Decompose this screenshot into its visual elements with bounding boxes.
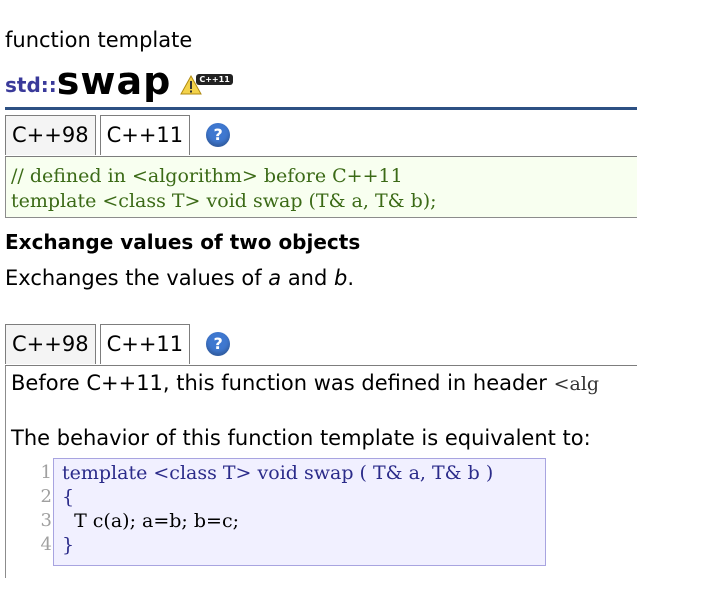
- version-tabs-bottom: C++98 C++11 ?: [5, 324, 231, 364]
- code-line: }: [62, 534, 75, 556]
- line-number: 1: [40, 462, 52, 483]
- line-number: 3: [40, 510, 52, 531]
- detail-text: Before C++11, this function was defined …: [11, 371, 554, 395]
- desc-prefix: Exchanges the values of: [5, 266, 269, 290]
- namespace-label: std::: [5, 73, 57, 97]
- page-title: std:: swap C++11: [5, 60, 233, 100]
- tab-cpp98[interactable]: C++98: [5, 324, 96, 364]
- param-b: b: [334, 266, 348, 290]
- tab-cpp98[interactable]: C++98: [5, 115, 96, 155]
- help-icon[interactable]: ?: [206, 123, 231, 147]
- declaration-box: // defined in <algorithm> before C++11 t…: [5, 157, 637, 218]
- param-a: a: [268, 266, 282, 290]
- detail-paragraph-behavior: The behavior of this function template i…: [11, 426, 591, 450]
- tab-cpp11[interactable]: C++11: [99, 115, 191, 155]
- code-line: T c(a); a=b; b=c;: [62, 510, 240, 532]
- declaration-comment: // defined in <algorithm> before C++11: [11, 165, 403, 187]
- section-heading: Exchange values of two objects: [5, 230, 361, 254]
- desc-end: .: [347, 266, 355, 290]
- code-line: template <class T> void swap ( T& a, T& …: [62, 462, 494, 484]
- help-icon[interactable]: ?: [206, 332, 231, 356]
- version-tabs-top: C++98 C++11 ?: [5, 115, 231, 155]
- detail-paragraph-header: Before C++11, this function was defined …: [11, 371, 599, 395]
- function-name: swap: [56, 59, 172, 103]
- cpp11-warning-badge: C++11: [180, 74, 233, 95]
- entity-kind-label: function template: [5, 28, 193, 52]
- section-description: Exchanges the values of a and b.: [5, 266, 354, 290]
- code-line: {: [62, 486, 75, 508]
- tab-cpp11[interactable]: C++11: [99, 324, 191, 364]
- declaration-signature: template <class T> void swap (T& a, T& b…: [11, 190, 437, 212]
- line-number: 4: [40, 534, 52, 555]
- desc-and: and: [281, 266, 334, 290]
- title-rule: [5, 107, 637, 110]
- line-number: 2: [40, 486, 52, 507]
- cpp11-badge: C++11: [196, 74, 233, 85]
- header-link[interactable]: <alg: [554, 373, 600, 395]
